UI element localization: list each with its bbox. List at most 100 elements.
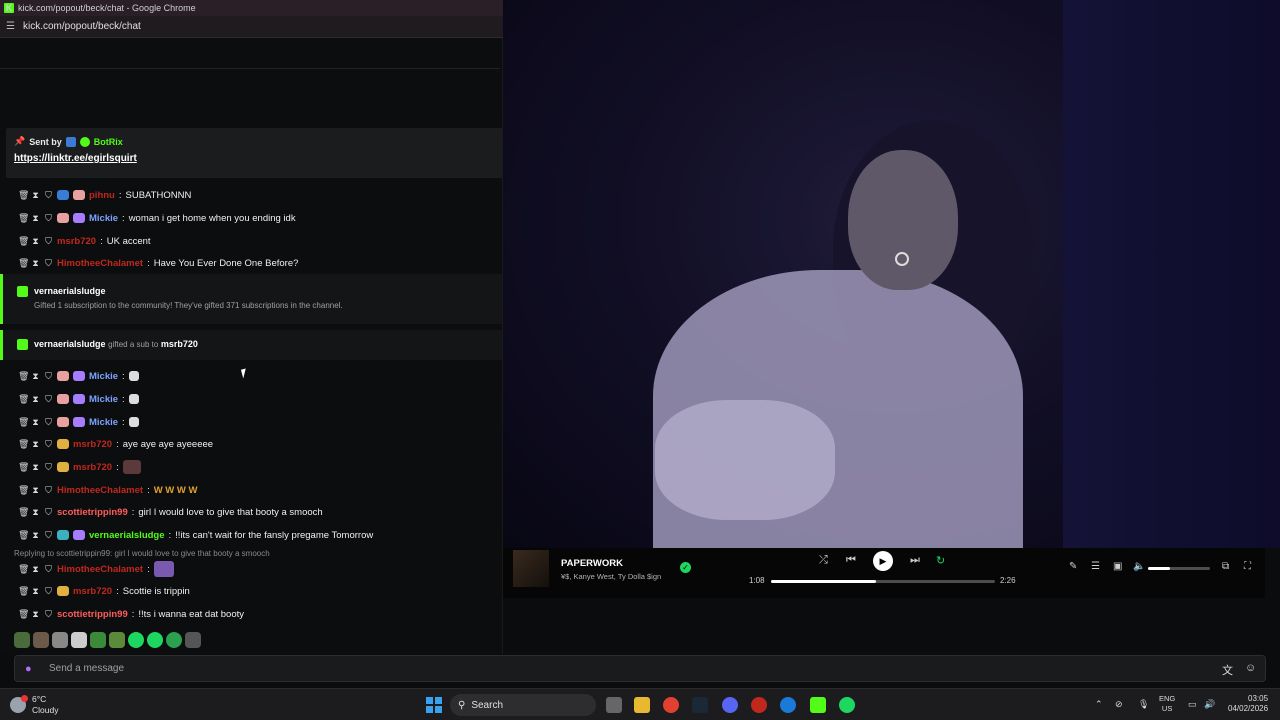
delete-icon[interactable]: 🗑 [18,609,29,620]
spotify-icon[interactable] [839,697,855,713]
emote-icon[interactable] [90,632,106,648]
repeat-icon[interactable]: ↻ [936,554,945,567]
start-icon[interactable] [426,697,442,713]
pinned-link[interactable]: https://linktr.ee/egirlsquirt [14,153,495,164]
delete-icon[interactable]: 🗑 [18,485,29,496]
ban-icon[interactable]: ⛉ [44,530,53,541]
ban-icon[interactable]: ⛉ [44,190,53,201]
username[interactable]: msrb720 [73,586,112,597]
fullscreen-icon[interactable]: ⛶ [1244,561,1251,572]
chat-message[interactable]: 🗑 ⧗ ⛉ msrb720: Scottie is trippin [18,582,190,600]
chat-message[interactable]: 🗑 ⧗ ⛉ HimotheeChalamet: [18,560,174,578]
chat-message[interactable]: 🗑 ⧗ ⛉ scottietrippin99: !!ts i wanna eat d… [18,605,244,623]
ban-icon[interactable]: ⛉ [44,507,53,518]
reply-context[interactable]: Replying to scottietrippin99: girl I wou… [14,549,270,558]
speaker-icon[interactable]: 🔊 [1204,699,1215,710]
mic-icon[interactable]: ● [25,663,43,675]
emote-icon[interactable] [71,632,87,648]
site-settings-icon[interactable]: ☰ [6,21,15,32]
clock[interactable]: 03:05 04/02/2026 [1228,694,1268,714]
saved-check-icon[interactable]: ✓ [680,562,691,573]
username[interactable]: Mickie [89,371,118,382]
gifter-name[interactable]: vernaerialsludge [34,286,106,296]
ban-icon[interactable]: ⛉ [44,258,53,269]
ban-icon[interactable]: ⛉ [44,213,53,224]
emote-icon[interactable] [33,632,49,648]
username[interactable]: pihnu [89,190,115,201]
username[interactable]: Mickie [89,213,118,224]
delete-icon[interactable]: 🗑 [18,258,29,269]
emote-icon[interactable] [147,632,163,648]
chat-message[interactable]: 🗑 ⧗ ⛉ pihnu: SUBATHONNN [18,186,191,204]
ban-icon[interactable]: ⛉ [44,609,53,620]
emote-icon[interactable] [185,632,201,648]
delete-icon[interactable]: 🗑 [18,394,29,405]
network-icon[interactable]: ⊘ [1115,699,1123,710]
delete-icon[interactable]: 🗑 [18,462,29,473]
username[interactable]: msrb720 [73,439,112,450]
next-icon[interactable]: ⏭ [910,554,920,567]
timeout-icon[interactable]: ⧗ [31,462,40,473]
gift-target[interactable]: msrb720 [161,339,198,349]
timeout-icon[interactable]: ⧗ [31,258,40,269]
chat-message[interactable]: 🗑 ⧗ ⛉ vernaerialsludge: !!its can't wait f… [18,526,373,544]
song-artists[interactable]: ¥$, Kanye West, Ty Dolla $ign [561,572,661,581]
delete-icon[interactable]: 🗑 [18,236,29,247]
message-input[interactable] [47,662,1197,675]
language-indicator[interactable]: ENG US [1159,694,1175,714]
username[interactable]: msrb720 [57,236,96,247]
timeout-icon[interactable]: ⧗ [31,485,40,496]
chat-message[interactable]: 🗑 ⧗ ⛉ Mickie: [18,367,139,385]
emoji-icon[interactable]: ☺ [1245,662,1256,674]
display-icon[interactable]: ▭ [1188,699,1197,710]
ban-icon[interactable]: ⛉ [44,371,53,382]
timeout-icon[interactable]: ⧗ [31,394,40,405]
chat-message[interactable]: 🗑 ⧗ ⛉ msrb720: aye aye aye ayeeeee [18,435,213,453]
album-cover[interactable] [513,550,549,587]
previous-icon[interactable]: ⏮ [846,554,856,567]
delete-icon[interactable]: 🗑 [18,564,29,575]
miniplayer-icon[interactable]: ⧉ [1222,561,1229,572]
delete-icon[interactable]: 🗑 [18,371,29,382]
timeout-icon[interactable]: ⧗ [31,586,40,597]
username[interactable]: msrb720 [73,462,112,473]
ban-icon[interactable]: ⛉ [44,394,53,405]
username[interactable]: Mickie [89,394,118,405]
timeout-icon[interactable]: ⧗ [31,417,40,428]
ban-icon[interactable]: ⛉ [44,564,53,575]
timeout-icon[interactable]: ⧗ [31,213,40,224]
taskbar-search[interactable]: ⚲ Search [450,694,596,716]
pinned-message[interactable]: 📌 Sent by BotRix https://linktr.ee/egirl… [6,128,502,178]
chat-message[interactable]: 🗑 ⧗ ⛉ Mickie: [18,390,139,408]
timeout-icon[interactable]: ⧗ [31,507,40,518]
ban-icon[interactable]: ⛉ [44,236,53,247]
delete-icon[interactable]: 🗑 [18,507,29,518]
chat-message[interactable]: 🗑 ⧗ ⛉ Mickie: [18,413,139,431]
translate-icon[interactable]: 文 [1222,662,1233,678]
app-icon[interactable] [751,697,767,713]
emote-icon[interactable] [52,632,68,648]
chat-message[interactable]: 🗑 ⧗ ⛉ scottietrippin99: girl I would love … [18,503,323,521]
ban-icon[interactable]: ⛉ [44,462,53,473]
ban-icon[interactable]: ⛉ [44,439,53,450]
kick-app-icon[interactable] [810,697,826,713]
task-view-icon[interactable] [606,697,622,713]
steam-icon[interactable] [692,697,708,713]
stream-video[interactable] [503,0,1280,548]
ban-icon[interactable]: ⛉ [44,586,53,597]
timeout-icon[interactable]: ⧗ [31,439,40,450]
lyrics-icon[interactable]: ✎ [1069,561,1077,572]
username[interactable]: scottietrippin99 [57,507,128,518]
volume-slider[interactable] [1148,567,1210,570]
username[interactable]: HimotheeChalamet [57,258,143,269]
song-title[interactable]: PAPERWORK [561,558,623,569]
delete-icon[interactable]: 🗑 [18,530,29,541]
chat-message[interactable]: 🗑 ⧗ ⛉ msrb720: UK accent [18,232,151,250]
timeout-icon[interactable]: ⧗ [31,564,40,575]
username[interactable]: vernaerialsludge [89,530,165,541]
bot-name[interactable]: BotRix [94,137,123,147]
delete-icon[interactable]: 🗑 [18,586,29,597]
username[interactable]: scottietrippin99 [57,609,128,620]
discord-icon[interactable] [722,697,738,713]
chat-message[interactable]: 🗑 ⧗ ⛉ HimotheeChalamet: W W W W [18,481,198,499]
